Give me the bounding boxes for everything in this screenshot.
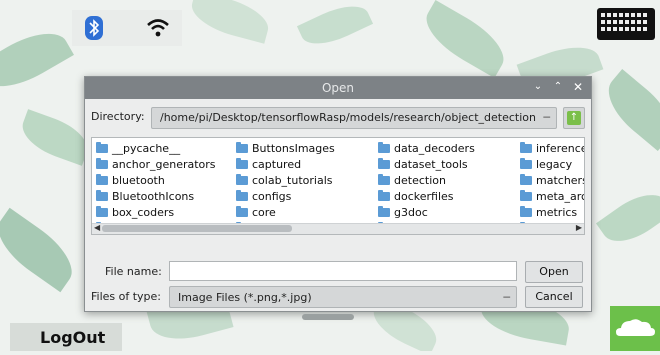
file-name-input[interactable] (169, 261, 517, 281)
folder-icon (96, 157, 108, 169)
file-type-select[interactable]: Image Files (*.png,*.jpg) ─ (169, 286, 517, 308)
keyboard-icon[interactable] (597, 8, 655, 40)
folder-icon (96, 173, 108, 185)
folder-icon (96, 205, 108, 217)
list-item[interactable]: core (236, 204, 335, 220)
folder-icon (236, 157, 248, 169)
chevron-down-icon[interactable]: ⌄ (531, 80, 545, 94)
scroll-left-icon[interactable]: ◀ (94, 223, 100, 232)
folder-icon (378, 157, 390, 169)
list-item[interactable]: data_decoders (378, 140, 475, 156)
list-item[interactable]: metrics (520, 204, 584, 220)
cloud-icon (616, 319, 655, 336)
file-type-value: Image Files (*.png,*.jpg) (178, 291, 312, 304)
parent-directory-button[interactable]: ↑ (563, 107, 585, 129)
file-name-row: File name: Open (91, 261, 585, 283)
file-list[interactable]: __pycache__ anchor_generators bluetooth … (91, 137, 585, 235)
horizontal-scrollbar[interactable]: ◀ ▶ (92, 223, 584, 234)
logout-button[interactable]: LogOut (10, 323, 122, 351)
folder-icon (378, 205, 390, 217)
directory-label: Directory: (91, 110, 145, 123)
folder-icon (236, 205, 248, 217)
list-item[interactable]: inference_ (520, 140, 584, 156)
chevron-up-icon[interactable]: ⌃ (551, 80, 565, 94)
file-column: __pycache__ anchor_generators bluetooth … (96, 140, 216, 234)
list-item[interactable]: anchor_generators (96, 156, 216, 172)
folder-icon (520, 173, 532, 185)
list-item[interactable]: BluetoothIcons (96, 188, 216, 204)
cloud-button[interactable] (610, 306, 660, 351)
top-panel (72, 10, 182, 46)
list-item[interactable]: ButtonsImages (236, 140, 335, 156)
list-item[interactable]: dockerfiles (378, 188, 475, 204)
open-button[interactable]: Open (525, 261, 583, 283)
scroll-right-icon[interactable]: ▶ (576, 223, 582, 232)
dialog-titlebar[interactable]: Open ⌄ ⌃ ✕ (85, 77, 591, 99)
scrollbar-thumb[interactable] (102, 225, 292, 232)
panel-handle[interactable] (302, 314, 354, 320)
folder-icon (378, 141, 390, 153)
cancel-button[interactable]: Cancel (525, 286, 583, 308)
list-item[interactable]: meta_arcl (520, 188, 584, 204)
open-file-dialog: Open ⌄ ⌃ ✕ Directory: /home/pi/Desktop/t… (84, 76, 592, 312)
list-item[interactable]: box_coders (96, 204, 216, 220)
file-column: ButtonsImages captured colab_tutorials c… (236, 140, 335, 234)
dialog-title: Open (321, 81, 355, 95)
list-item[interactable]: colab_tutorials (236, 172, 335, 188)
list-item[interactable]: g3doc (378, 204, 475, 220)
list-item[interactable]: matchers (520, 172, 584, 188)
folder-icon (520, 205, 532, 217)
file-name-label: File name: (105, 265, 162, 278)
folder-up-icon: ↑ (567, 111, 581, 125)
list-item[interactable]: legacy (520, 156, 584, 172)
directory-row: Directory: /home/pi/Desktop/tensorflowRa… (91, 107, 585, 129)
list-item[interactable]: detection (378, 172, 475, 188)
file-column: inference_ legacy matchers meta_arcl met… (520, 140, 584, 234)
list-item[interactable]: configs (236, 188, 335, 204)
bluetooth-icon[interactable] (80, 14, 108, 42)
directory-combobox[interactable]: /home/pi/Desktop/tensorflowRasp/models/r… (151, 107, 557, 129)
dropdown-icon: ─ (543, 111, 550, 124)
list-item[interactable]: bluetooth (96, 172, 216, 188)
folder-icon (520, 141, 532, 153)
folder-icon (96, 189, 108, 201)
file-type-row: Files of type: Image Files (*.png,*.jpg)… (91, 286, 585, 308)
folder-icon (378, 173, 390, 185)
list-item[interactable]: captured (236, 156, 335, 172)
folder-icon (520, 189, 532, 201)
folder-icon (520, 157, 532, 169)
folder-icon (378, 189, 390, 201)
files-of-type-label: Files of type: (91, 290, 162, 303)
directory-path: /home/pi/Desktop/tensorflowRasp/models/r… (160, 111, 536, 124)
folder-icon (236, 173, 248, 185)
folder-icon (236, 189, 248, 201)
folder-icon (236, 141, 248, 153)
wifi-icon[interactable] (144, 14, 172, 42)
folder-icon (96, 141, 108, 153)
list-item[interactable]: __pycache__ (96, 140, 216, 156)
list-item[interactable]: dataset_tools (378, 156, 475, 172)
close-icon[interactable]: ✕ (571, 80, 585, 94)
file-column: data_decoders dataset_tools detection do… (378, 140, 475, 234)
dropdown-icon: ─ (503, 291, 510, 304)
